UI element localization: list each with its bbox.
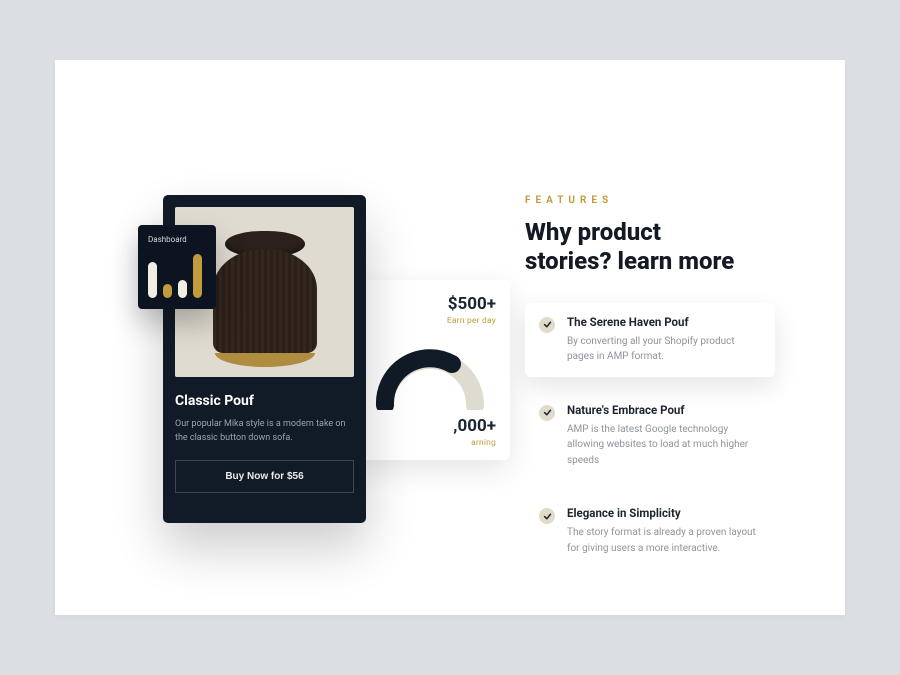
feature-item-2[interactable]: Nature's Embrace Pouf AMP is the latest …: [525, 391, 775, 481]
buy-now-button[interactable]: Buy Now for $56: [175, 460, 354, 493]
check-icon: [539, 317, 555, 333]
headline-line1: Why product: [525, 218, 661, 246]
product-title: Classic Pouf: [175, 393, 354, 409]
page-canvas: $500+ Earn per day ,000+ arning Classic …: [55, 60, 845, 615]
stat-value-daily: $500+: [364, 294, 496, 314]
section-eyebrow: FEATURES: [525, 195, 775, 206]
dashboard-badge: Dashboard: [138, 225, 216, 309]
stat-label-daily: Earn per day: [364, 316, 496, 326]
section-headline: Why product stories? learn more: [525, 218, 775, 277]
gauge: [364, 340, 496, 410]
feature-item-1[interactable]: The Serene Haven Pouf By converting all …: [525, 303, 775, 377]
stat-value-total: ,000+: [364, 416, 496, 436]
check-icon: [539, 405, 555, 421]
headline-line2: stories? learn more: [525, 247, 734, 275]
feature-title: Elegance in Simplicity: [567, 506, 761, 520]
feature-list: The Serene Haven Pouf By converting all …: [525, 303, 775, 569]
feature-item-3[interactable]: Elegance in Simplicity The story format …: [525, 494, 775, 568]
product-description: Our popular Mika style is a modern take …: [175, 417, 354, 446]
feature-desc: The story format is already a proven lay…: [567, 525, 761, 556]
feature-desc: AMP is the latest Google technology allo…: [567, 422, 761, 469]
feature-title: Nature's Embrace Pouf: [567, 403, 761, 417]
check-icon: [539, 508, 555, 524]
stat-label-total: arning: [364, 438, 496, 448]
bar-chart-icon: [148, 254, 206, 298]
features-section: FEATURES Why product stories? learn more…: [525, 195, 775, 568]
stats-card: $500+ Earn per day ,000+ arning: [350, 280, 510, 460]
dashboard-title: Dashboard: [148, 235, 206, 244]
feature-desc: By converting all your Shopify product p…: [567, 334, 761, 365]
feature-title: The Serene Haven Pouf: [567, 315, 761, 329]
